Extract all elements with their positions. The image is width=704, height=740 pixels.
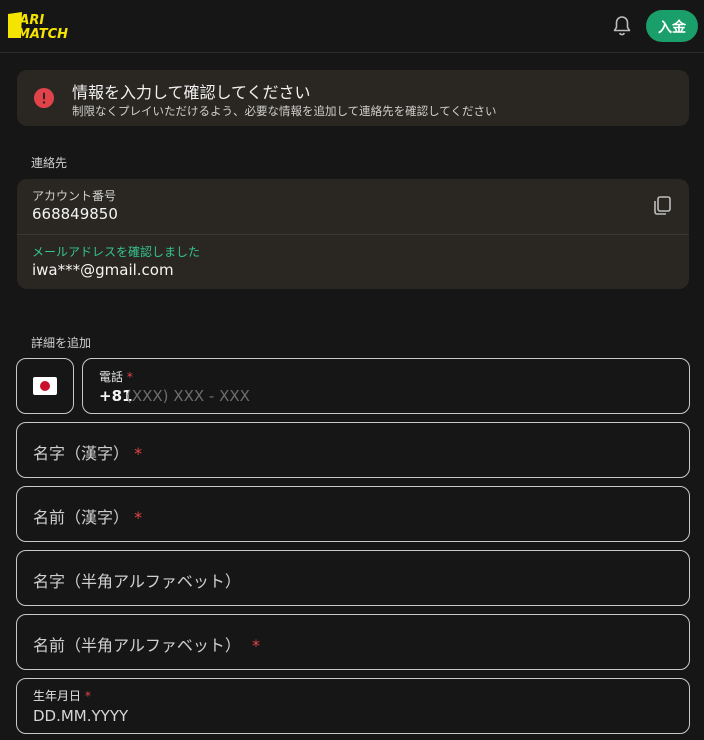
first-name-alphabet-label: 名前（半角アルファベット） * <box>33 636 260 655</box>
email-verified-label: メールアドレスを確認しました <box>32 245 201 259</box>
details-section-label: 詳細を追加 <box>31 336 92 350</box>
contact-section-label: 連絡先 <box>31 156 68 170</box>
card-divider <box>17 234 689 235</box>
deposit-button[interactable]: 入金 <box>646 10 698 42</box>
email-value: iwa***@gmail.com <box>32 261 174 279</box>
phone-input[interactable]: 電話 * +81 (XXX) XXX - XXX <box>82 358 690 414</box>
verification-alert: 情報を入力して確認してください 制限なくプレイいただけるよう、必要な情報を追加し… <box>17 70 689 126</box>
phone-label: 電話 * <box>99 370 133 384</box>
japan-flag-icon <box>33 377 57 395</box>
account-number-label: アカウント番号 <box>32 189 117 203</box>
first-name-kanji-label: 名前（漢字） * <box>33 508 143 527</box>
alert-subtitle: 制限なくプレイいただけるよう、必要な情報を追加して連絡先を確認してください <box>72 104 497 118</box>
date-of-birth-input[interactable]: 生年月日 * DD.MM.YYYY <box>16 678 690 734</box>
last-name-alphabet-label: 名字（半角アルファベット） <box>33 572 241 591</box>
svg-text:MATCH: MATCH <box>17 27 68 40</box>
date-of-birth-placeholder: DD.MM.YYYY <box>33 707 129 725</box>
first-name-kanji-input[interactable]: 名前（漢字） * <box>16 486 690 542</box>
country-code-select[interactable] <box>16 358 74 414</box>
last-name-alphabet-input[interactable]: 名字（半角アルファベット） <box>16 550 690 606</box>
account-number-value: 668849850 <box>32 205 118 223</box>
alert-title: 情報を入力して確認してください <box>72 83 311 102</box>
date-of-birth-label: 生年月日 * <box>33 689 91 703</box>
svg-text:PARI: PARI <box>11 13 44 28</box>
contact-card: アカウント番号 668849850 メールアドレスを確認しました iwa***@… <box>17 179 689 289</box>
last-name-kanji-input[interactable]: 名字（漢字） * <box>16 422 690 478</box>
first-name-alphabet-input[interactable]: 名前（半角アルファベット） * <box>16 614 690 670</box>
copy-icon[interactable] <box>651 195 673 217</box>
bell-icon[interactable] <box>610 14 634 38</box>
last-name-kanji-label: 名字（漢字） * <box>33 444 143 463</box>
top-header: PARI MATCH 入金 <box>0 0 704 53</box>
exclamation-icon <box>34 88 54 108</box>
parimatch-logo[interactable]: PARI MATCH <box>8 10 100 40</box>
phone-placeholder: (XXX) XXX - XXX <box>126 387 250 405</box>
